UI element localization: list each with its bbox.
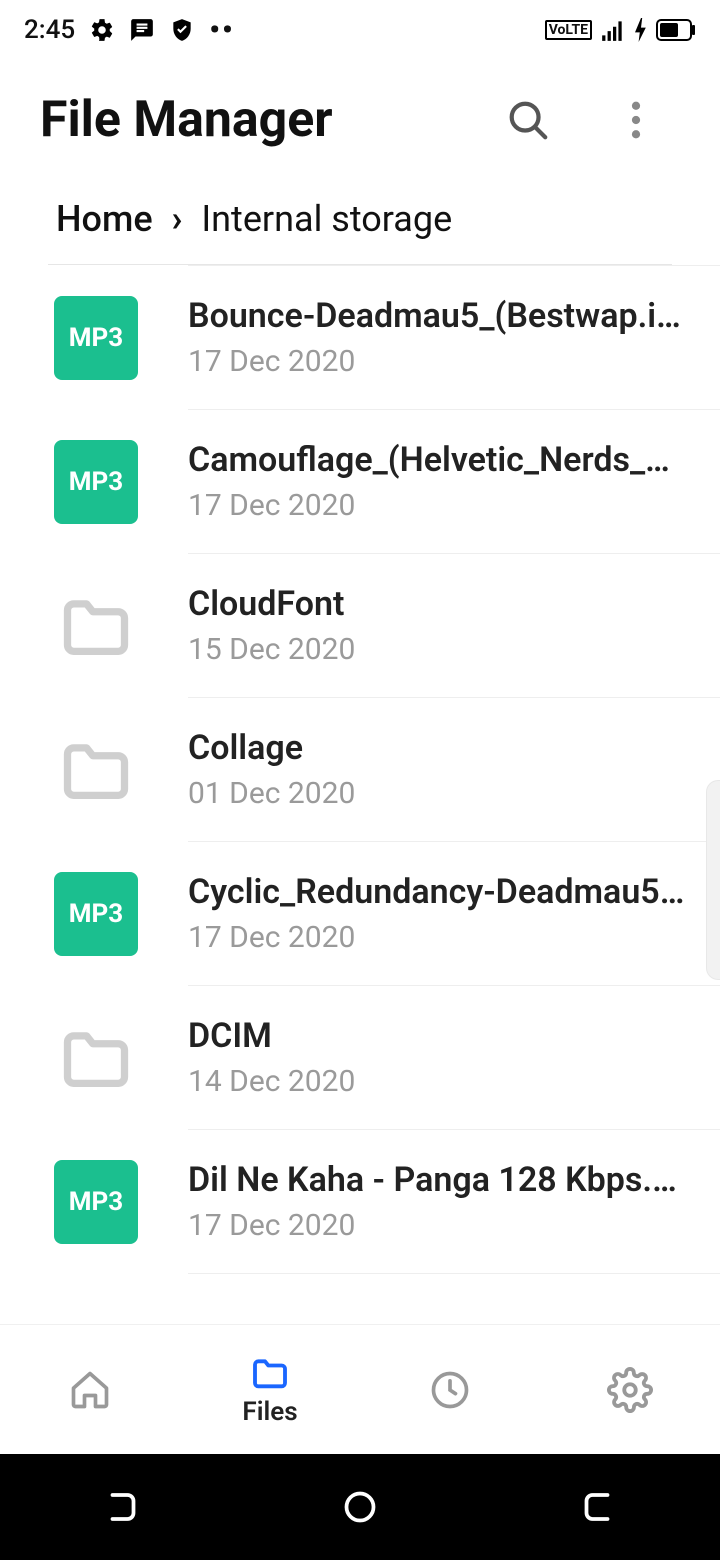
file-name: Dil Ne Kaha - Panga 128 Kbps.mp3	[188, 1160, 696, 1200]
chevron-right-icon: ›	[172, 198, 183, 240]
search-button[interactable]	[504, 96, 552, 144]
folder-icon	[54, 584, 138, 668]
file-name: DCIM	[188, 1016, 696, 1056]
mp3-badge: MP3	[54, 872, 138, 956]
gear-icon	[607, 1367, 653, 1413]
file-list[interactable]: MP3 Bounce-Deadmau5_(Bestwap.in).… 17 De…	[0, 265, 720, 1324]
nav-settings[interactable]	[540, 1325, 720, 1454]
circle-icon	[342, 1489, 378, 1525]
breadcrumb-current: Internal storage	[201, 198, 452, 240]
sys-recents-button[interactable]	[90, 1477, 150, 1537]
file-name: Bounce-Deadmau5_(Bestwap.in).…	[188, 296, 696, 336]
more-options-button[interactable]	[612, 96, 660, 144]
folder-icon	[54, 728, 138, 812]
status-bar: 2:45 •• VoLTE	[0, 0, 720, 60]
folder-icon	[54, 1016, 138, 1100]
home-icon	[68, 1368, 112, 1412]
message-icon	[129, 17, 155, 43]
app-header: File Manager	[0, 60, 720, 180]
list-item[interactable]: CloudFont 15 Dec 2020	[54, 554, 720, 698]
clock-icon	[428, 1368, 472, 1412]
list-item[interactable]: MP3 Cyclic_Redundancy-Deadmau5_(… 17 Dec…	[54, 842, 720, 986]
more-dots-icon: ••	[209, 13, 235, 48]
file-date: 15 Dec 2020	[188, 632, 696, 667]
file-date: 17 Dec 2020	[188, 920, 696, 955]
file-date: 17 Dec 2020	[188, 344, 696, 379]
nav-recent[interactable]	[360, 1325, 540, 1454]
shield-check-icon	[169, 17, 195, 43]
file-name: CloudFont	[188, 584, 696, 624]
bottom-nav: Files	[0, 1324, 720, 1454]
breadcrumb: Home › Internal storage	[48, 180, 672, 265]
system-nav-bar	[0, 1454, 720, 1560]
nav-files-label: Files	[242, 1397, 297, 1427]
file-date: 01 Dec 2020	[188, 776, 696, 811]
volte-indicator: VoLTE	[545, 20, 592, 40]
mp3-badge: MP3	[54, 1160, 138, 1244]
sys-home-button[interactable]	[330, 1477, 390, 1537]
list-item[interactable]: MP3 Dil Ne Kaha - Panga 128 Kbps.mp3 17 …	[54, 1130, 720, 1274]
back-icon	[582, 1489, 618, 1525]
status-time: 2:45	[24, 15, 75, 45]
file-date: 17 Dec 2020	[188, 1208, 696, 1243]
nav-home[interactable]	[0, 1325, 180, 1454]
mp3-badge: MP3	[54, 296, 138, 380]
search-icon	[505, 97, 551, 143]
page-title: File Manager	[40, 91, 504, 149]
charging-icon	[634, 18, 648, 42]
mp3-badge: MP3	[54, 440, 138, 524]
breadcrumb-home[interactable]: Home	[56, 198, 153, 240]
side-edge-handle[interactable]	[706, 780, 720, 980]
file-date: 14 Dec 2020	[188, 1064, 696, 1099]
list-item[interactable]: Collage 01 Dec 2020	[54, 698, 720, 842]
list-item[interactable]: MP3 Camouflage_(Helvetic_Nerds_Mix… 17 D…	[54, 410, 720, 554]
gear-icon	[89, 17, 115, 43]
file-date: 17 Dec 2020	[188, 488, 696, 523]
folder-icon	[248, 1353, 292, 1393]
recents-icon	[102, 1489, 138, 1525]
nav-files[interactable]: Files	[180, 1325, 360, 1454]
list-item[interactable]: MP3 Bounce-Deadmau5_(Bestwap.in).… 17 De…	[54, 266, 720, 410]
file-name: Collage	[188, 728, 696, 768]
signal-icon	[600, 17, 626, 43]
sys-back-button[interactable]	[570, 1477, 630, 1537]
more-vertical-icon	[631, 101, 641, 139]
list-item[interactable]: DCIM 14 Dec 2020	[54, 986, 720, 1130]
file-name: Camouflage_(Helvetic_Nerds_Mix…	[188, 440, 696, 480]
file-name: Cyclic_Redundancy-Deadmau5_(…	[188, 872, 696, 912]
battery-icon	[656, 19, 696, 41]
